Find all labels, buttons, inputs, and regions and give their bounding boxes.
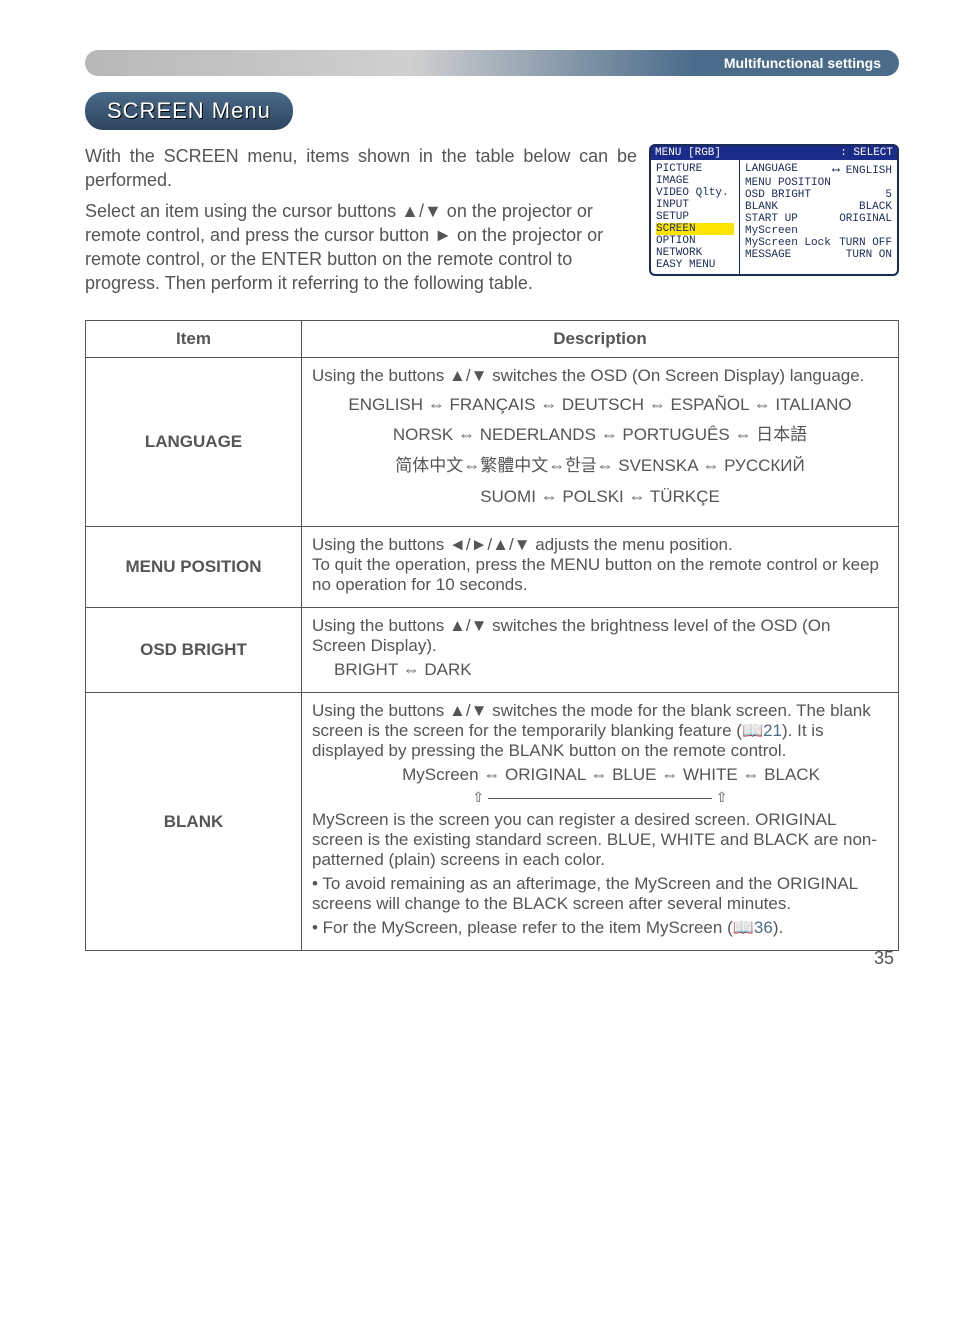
section-header-text: Multifunctional settings: [724, 55, 881, 71]
osd-right-label: BLANK: [745, 201, 778, 213]
menu-title-pill: SCREEN Menu: [85, 92, 293, 130]
osd-left-item: PICTURE: [656, 163, 734, 175]
osd-left-column: PICTURE IMAGE VIDEO Qlty. INPUT SETUP SC…: [651, 160, 740, 274]
osd-title-right: : SELECT: [840, 147, 893, 159]
osd-right-label: LANGUAGE: [745, 163, 798, 177]
blank-p4: • For the MyScreen, please refer to the …: [312, 918, 888, 938]
menu-title-text: SCREEN Menu: [107, 98, 271, 123]
blank-flow-arrows: ⇧ ⎯⎯⎯⎯⎯⎯⎯⎯⎯⎯⎯⎯⎯⎯⎯⎯⎯⎯⎯⎯⎯⎯⎯⎯⎯⎯⎯⎯⎯⎯⎯⎯ ⇧: [312, 789, 888, 806]
osd-right-value: BLACK: [859, 201, 892, 213]
intro-paragraph-1: With the SCREEN menu, items shown in the…: [85, 144, 637, 193]
osd-screenshot: MENU [RGB] : SELECT PICTURE IMAGE VIDEO …: [649, 144, 899, 302]
osd-left-item: OPTION: [656, 235, 734, 247]
blank-p4b: ).: [773, 918, 783, 937]
table-row: MENU POSITION Using the buttons ◄/►/▲/▼ …: [86, 527, 899, 608]
intro-paragraph-2: Select an item using the cursor buttons …: [85, 199, 637, 296]
item-language: LANGUAGE: [86, 357, 302, 526]
blank-p1-ref: 📖21: [742, 721, 782, 740]
osd-right-value: TURN ON: [846, 249, 892, 261]
table-row: BLANK Using the buttons ▲/▼ switches the…: [86, 693, 899, 951]
osd-bright-line2: BRIGHT ⇔ DARK: [312, 660, 888, 680]
language-flow-diagram: ENGLISH ⇔ FRANÇAIS ⇔ DEUTSCH ⇔ ESPAÑOL ⇔…: [312, 390, 888, 512]
osd-right-value: TURN OFF: [839, 237, 892, 249]
language-flow-row-3: 简体中文⇔繁體中文⇔한글⇔ SVENSKA ⇔ РУССКИЙ: [312, 451, 888, 482]
item-blank: BLANK: [86, 693, 302, 951]
osd-right-label: MyScreen Lock: [745, 237, 831, 249]
osd-right-label: MyScreen: [745, 225, 798, 237]
osd-right-label: MENU POSITION: [745, 177, 831, 189]
section-header-bar: Multifunctional settings: [85, 50, 899, 76]
item-menu-position: MENU POSITION: [86, 527, 302, 608]
osd-left-item: NETWORK: [656, 247, 734, 259]
blank-p3: • To avoid remaining as an afterimage, t…: [312, 874, 888, 914]
table-row: OSD BRIGHT Using the buttons ▲/▼ switche…: [86, 608, 899, 693]
intro-text-block: With the SCREEN menu, items shown in the…: [85, 144, 637, 302]
osd-left-item: EASY MENU: [656, 259, 734, 271]
item-osd-bright: OSD BRIGHT: [86, 608, 302, 693]
blank-flow: MyScreen ⇔ ORIGINAL ⇔ BLUE ⇔ WHITE ⇔ BLA…: [312, 765, 888, 785]
blank-p1: Using the buttons ▲/▼ switches the mode …: [312, 701, 888, 761]
osd-right-value: ORIGINAL: [839, 213, 892, 225]
osd-title-left: MENU [RGB]: [655, 147, 721, 159]
th-description: Description: [302, 320, 899, 357]
page-number: 35: [874, 948, 894, 969]
language-flow-row-1: ENGLISH ⇔ FRANÇAIS ⇔ DEUTSCH ⇔ ESPAÑOL ⇔…: [312, 390, 888, 421]
osd-left-item: VIDEO Qlty.: [656, 187, 734, 199]
table-row: LANGUAGE Using the buttons ▲/▼ switches …: [86, 357, 899, 526]
osd-left-item: SETUP: [656, 211, 734, 223]
language-flow-row-2: NORSK ⇔ NEDERLANDS ⇔ PORTUGUÊS ⇔ 日本語: [312, 420, 888, 451]
th-item: Item: [86, 320, 302, 357]
language-flow-row-4: SUOMI ⇔ POLSKI ⇔ TÜRKÇE: [312, 482, 888, 513]
osd-right-value: 5: [885, 189, 892, 201]
menu-position-text: Using the buttons ◄/►/▲/▼ adjusts the me…: [312, 535, 888, 595]
osd-left-item: IMAGE: [656, 175, 734, 187]
blank-p4-ref: 📖36: [733, 918, 773, 937]
osd-right-column: LANGUAGE ⟷ ENGLISH MENU POSITION OSD BRIG…: [740, 160, 897, 274]
osd-right-label: START UP: [745, 213, 798, 225]
blank-p4a: • For the MyScreen, please refer to the …: [312, 918, 733, 937]
osd-right-label: OSD BRIGHT: [745, 189, 811, 201]
osd-right-value: ⟷ ENGLISH: [833, 163, 892, 177]
settings-table: Item Description LANGUAGE Using the butt…: [85, 320, 899, 951]
osd-bright-line1: Using the buttons ▲/▼ switches the brigh…: [312, 616, 888, 656]
osd-left-item-highlighted: SCREEN: [656, 223, 734, 235]
language-line1: Using the buttons ▲/▼ switches the OSD (…: [312, 366, 888, 386]
osd-right-label: MESSAGE: [745, 249, 791, 261]
osd-left-item: INPUT: [656, 199, 734, 211]
blank-p2: MyScreen is the screen you can register …: [312, 810, 888, 870]
